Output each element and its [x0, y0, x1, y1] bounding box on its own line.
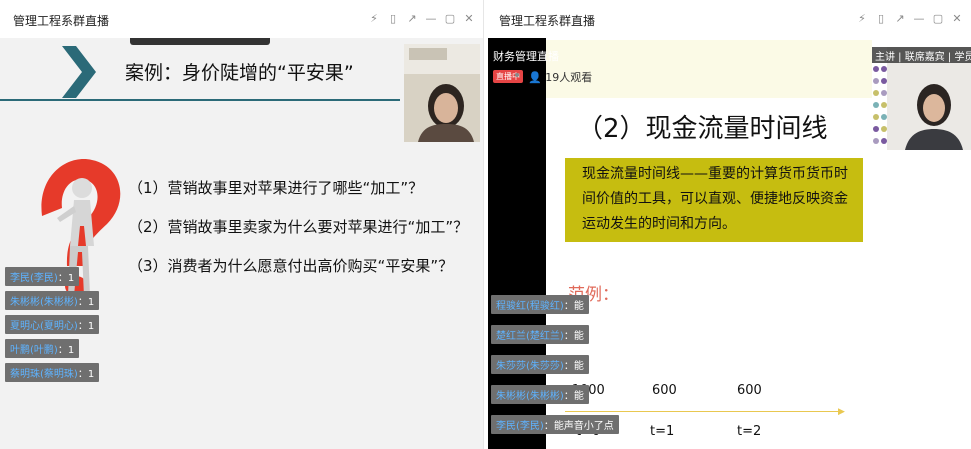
slide-heading: （2）现金流量时间线	[577, 114, 828, 144]
comment-chip: 李民(李民)：1	[5, 267, 80, 286]
right-popout-icon[interactable]: ↗	[892, 10, 908, 26]
user-icon: 👤	[528, 71, 542, 84]
right-maximize-icon[interactable]: ▢	[930, 10, 946, 26]
comment-chip: 叶鹏(叶鹏)：1	[5, 339, 80, 358]
left-popout-icon[interactable]: ↗	[404, 10, 420, 26]
right-pin-icon[interactable]: ⚡	[854, 10, 870, 26]
left-titlebar: 管理工程系群直播 ⚡ ▯ ↗ — ▢ ✕	[0, 0, 483, 38]
time-label-1: t=1	[650, 424, 675, 439]
cashflow-value-2: 600	[737, 383, 762, 398]
teacher-webcam-left	[404, 44, 480, 142]
live-badge: 直播中	[493, 70, 523, 83]
comment-chip: 朱莎莎(朱莎莎)：能	[491, 355, 589, 374]
course-title: 财务管理直播	[493, 50, 559, 63]
time-label-2: t=2	[737, 424, 762, 439]
comment-chip: 朱彬彬(朱彬彬)：1	[5, 291, 100, 310]
comment-chip: 蔡明珠(蔡明珠)：1	[5, 363, 100, 382]
left-maximize-icon[interactable]: ▢	[442, 10, 458, 26]
decorative-dots-icon	[873, 66, 887, 144]
right-mini-icon[interactable]: ▯	[873, 10, 889, 26]
comment-chip: 程骏红(程骏红)：能	[491, 295, 589, 314]
left-mini-icon[interactable]: ▯	[385, 10, 401, 26]
definition-text: 现金流量时间线——重要的计算货币货币时间价值的工具，可以直观、便捷地反映资金运动…	[582, 166, 848, 232]
host-tabs-bar[interactable]: 主讲 | 联席嘉宾 | 学员	[872, 47, 971, 63]
slide-title: 案例：身价陡增的“平安果”	[125, 62, 354, 84]
comment-chip: 朱彬彬(朱彬彬)：能	[491, 385, 589, 404]
right-comment-list: 程骏红(程骏红)：能 楚红兰(楚红兰)：能 朱莎莎(朱莎莎)：能 朱彬彬(朱彬彬…	[491, 294, 619, 444]
left-comment-list: 李民(李民)：1 朱彬彬(朱彬彬)：1 夏明心(夏明心)：1 叶鹏(叶鹏)：1 …	[5, 266, 100, 386]
right-window-controls: ⚡ ▯ ↗ — ▢ ✕	[854, 10, 965, 26]
comment-chip: 夏明心(夏明心)：1	[5, 315, 100, 334]
right-minimize-icon[interactable]: —	[911, 10, 927, 26]
comment-chip: 李民(李民)：能声音小了点	[491, 415, 619, 434]
right-close-icon[interactable]: ✕	[949, 10, 965, 26]
question-1: （1）营销故事里对苹果进行了哪些“加工”？	[128, 179, 424, 197]
left-app-title: 管理工程系群直播	[13, 14, 110, 28]
question-3: （3）消费者为什么愿意付出高价购买“平安果”？	[128, 257, 454, 275]
live-dot-icon	[515, 73, 519, 77]
cashflow-value-1: 600	[652, 383, 677, 398]
definition-box: 现金流量时间线——重要的计算货币货币时间价值的工具，可以直观、便捷地反映资金运动…	[565, 158, 863, 242]
slide-top-bar	[130, 38, 270, 45]
timeline-arrow-icon: ▶	[838, 407, 845, 417]
right-app-title: 管理工程系群直播	[499, 14, 596, 28]
title-divider	[0, 99, 400, 101]
comment-chip: 楚红兰(楚红兰)：能	[491, 325, 589, 344]
slide-header-band	[546, 40, 872, 98]
left-window-controls: ⚡ ▯ ↗ — ▢ ✕	[366, 10, 477, 26]
viewer-count: 👤 19人观看	[528, 71, 593, 84]
left-close-icon[interactable]: ✕	[461, 10, 477, 26]
left-minimize-icon[interactable]: —	[423, 10, 439, 26]
question-2: （2）营销故事里卖家为什么要对苹果进行“加工”？	[128, 218, 469, 236]
right-titlebar: 管理工程系群直播 ⚡ ▯ ↗ — ▢ ✕	[486, 0, 971, 38]
left-pin-icon[interactable]: ⚡	[366, 10, 382, 26]
left-live-window: 管理工程系群直播 ⚡ ▯ ↗ — ▢ ✕ 案例：身价陡增的“平安果” （1）营销…	[0, 0, 484, 449]
chevron-icon	[62, 46, 96, 98]
